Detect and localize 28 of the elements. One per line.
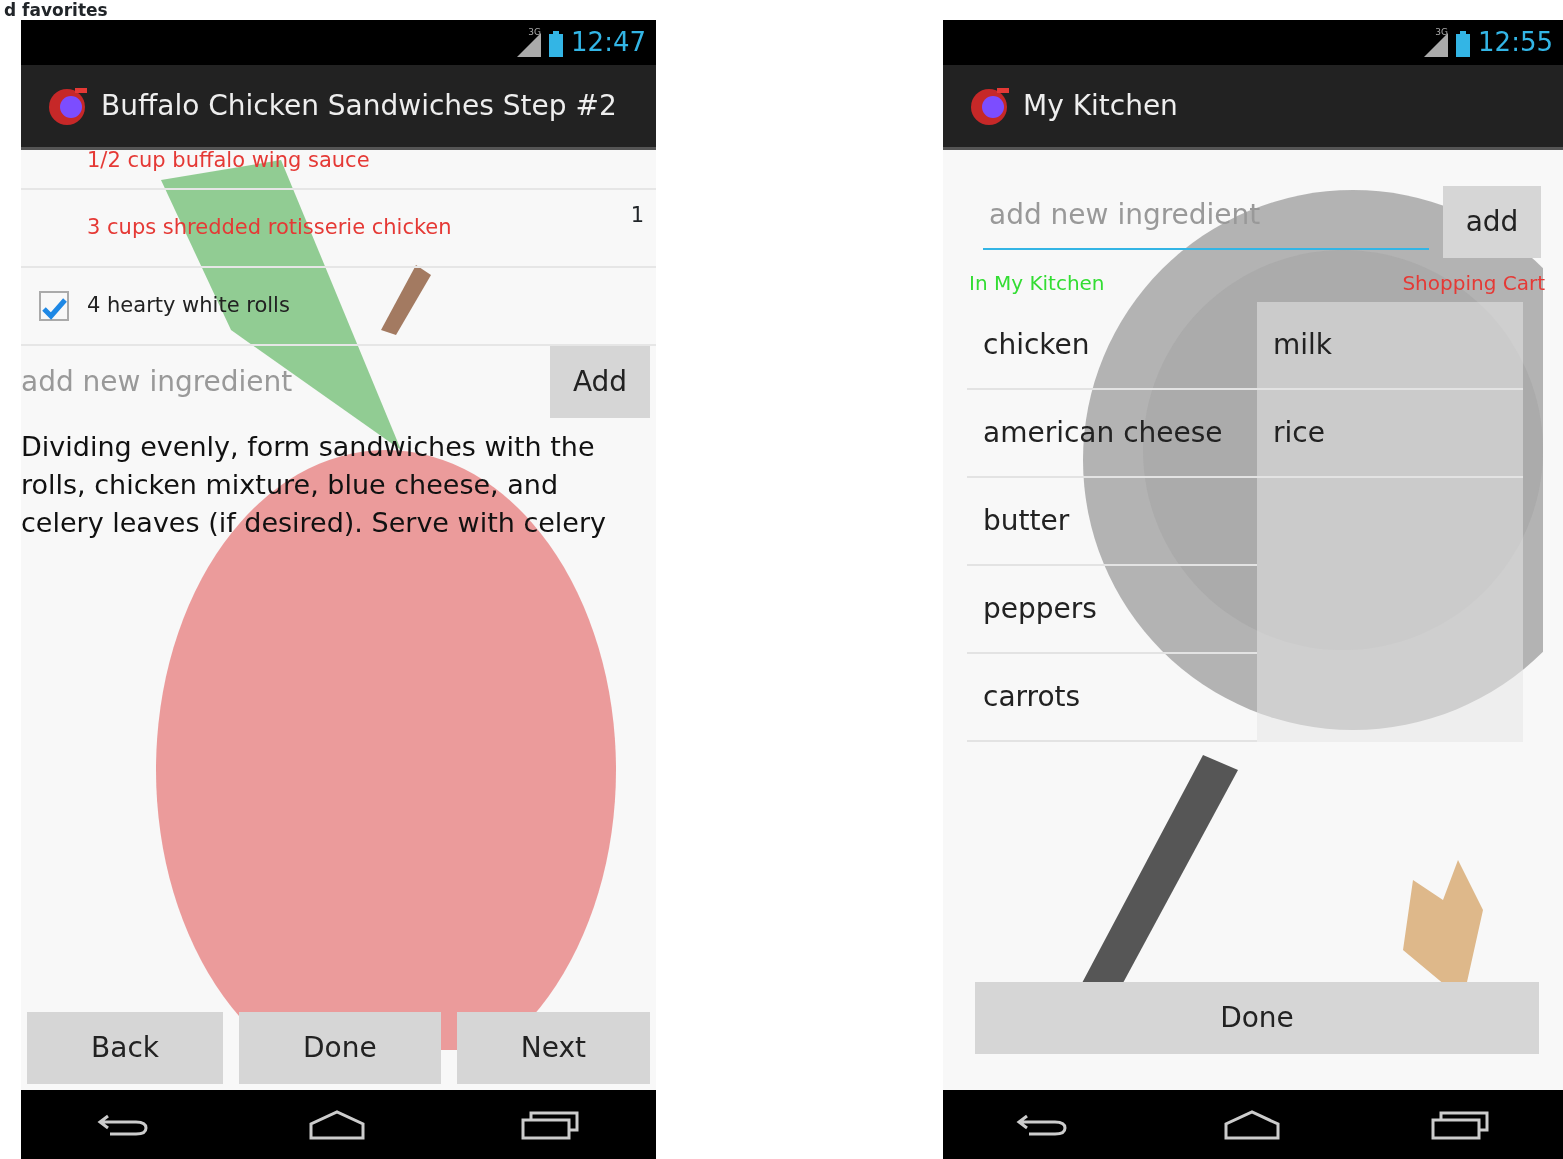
network-type-label: 3G <box>1435 26 1449 39</box>
clock-time: 12:47 <box>571 26 646 59</box>
nav-button[interactable]: Done <box>239 1012 441 1084</box>
page-heading: d favorites <box>3 0 109 20</box>
nav-button[interactable]: Next <box>456 1012 650 1084</box>
ingredient-item[interactable]: american cheese <box>967 390 1257 478</box>
add-button[interactable]: add <box>1443 186 1541 258</box>
ingredient-input-field[interactable]: add new ingredient <box>21 360 550 404</box>
network-type-label: 3G <box>528 26 542 39</box>
ingredient-item[interactable]: chicken <box>967 302 1257 390</box>
ingredient-item[interactable]: peppers <box>967 566 1257 654</box>
ingredient-item[interactable]: butter <box>967 478 1257 566</box>
ingredient-text: 1/2 cup buffalo wing sauce <box>87 150 371 170</box>
add-button[interactable]: Add <box>550 346 650 418</box>
screen-title: Buffalo Chicken Sandwiches Step #2 <box>101 88 617 124</box>
screen-title: My Kitchen <box>1023 88 1178 124</box>
list-heading: In My Kitchen <box>969 270 1105 297</box>
nav-button[interactable]: Back <box>27 1012 223 1084</box>
checkbox[interactable] <box>39 291 69 321</box>
ingredient-item[interactable]: milk <box>1257 302 1523 390</box>
instruction-text: Dividing evenly, form sandwiches with the rolls, chicken mixture, blue cheese, and celery leaves (if desired). Serve with celery <box>21 430 608 540</box>
ingredient-text: 4 hearty white rolls <box>87 292 291 320</box>
ingredient-item[interactable]: rice <box>1257 390 1523 478</box>
clock-time: 12:55 <box>1478 26 1553 59</box>
ingredient-item[interactable]: carrots <box>967 654 1257 742</box>
done-button[interactable]: Done <box>975 982 1539 1054</box>
quantity-text: 1 <box>630 202 644 229</box>
list-heading: Shopping Cart <box>1402 270 1545 297</box>
